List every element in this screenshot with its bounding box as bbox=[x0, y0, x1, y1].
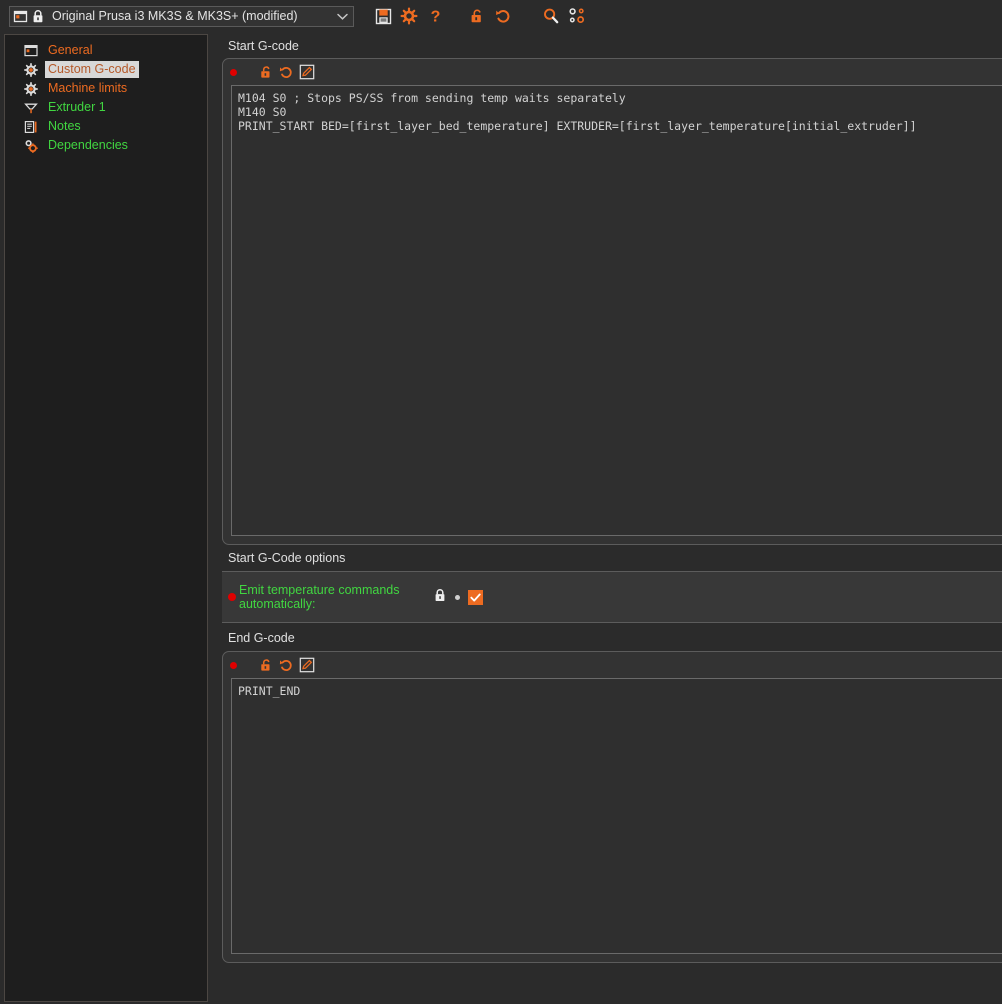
unlocked-padlock-icon[interactable] bbox=[258, 656, 275, 674]
end-gcode-panel: PRINT_END bbox=[222, 651, 1002, 963]
section-title-end-gcode: End G-code bbox=[212, 623, 1002, 651]
end-gcode-controls bbox=[223, 652, 1002, 678]
modified-marker-dot bbox=[230, 68, 237, 76]
start-gcode-controls bbox=[223, 59, 1002, 85]
nozzle-icon bbox=[23, 100, 39, 116]
unlock-all-button[interactable] bbox=[464, 3, 490, 29]
start-gcode-options-panel: Emit temperature commands automatically: bbox=[222, 571, 1002, 623]
toolbar-group-preset-actions: ? bbox=[370, 3, 448, 29]
search-button[interactable] bbox=[538, 3, 564, 29]
sidebar-item-label: Notes bbox=[48, 119, 81, 133]
modified-marker-dot bbox=[230, 661, 237, 669]
locked-padlock-icon[interactable] bbox=[433, 588, 447, 606]
gears-icon bbox=[23, 138, 39, 154]
sidebar-item-label: Extruder 1 bbox=[48, 100, 106, 114]
sidebar-item-custom-gcode[interactable]: Custom G-code bbox=[23, 60, 207, 79]
settings-main-panel: Start G-code M104 S0 ; Stops PS/SS from … bbox=[212, 34, 1002, 1002]
compare-presets-icon bbox=[569, 8, 585, 24]
emit-temperature-commands-checkbox[interactable] bbox=[468, 589, 483, 605]
help-button[interactable]: ? bbox=[422, 3, 448, 29]
magnifier-icon bbox=[544, 8, 559, 24]
toolbar-group-lock-revert bbox=[464, 3, 516, 29]
notes-icon bbox=[23, 119, 39, 135]
end-gcode-textarea[interactable]: PRINT_END bbox=[231, 678, 1002, 954]
sidebar-item-extruder-1[interactable]: Extruder 1 bbox=[23, 98, 207, 117]
toolbar-group-search-compare bbox=[538, 3, 590, 29]
sidebar-item-label: General bbox=[48, 43, 93, 57]
chevron-down-icon[interactable] bbox=[331, 12, 353, 21]
printer-icon bbox=[13, 9, 28, 24]
revert-placeholder-dot bbox=[455, 594, 460, 600]
undo-arrow-icon bbox=[495, 9, 509, 23]
sidebar-item-dependencies[interactable]: Dependencies bbox=[23, 136, 207, 155]
undo-arrow-icon[interactable] bbox=[278, 63, 295, 81]
settings-tree-sidebar: General Custom G-code Machine limits Ext… bbox=[4, 34, 208, 1002]
floppy-disk-icon bbox=[375, 8, 391, 24]
sidebar-item-machine-limits[interactable]: Machine limits bbox=[23, 79, 207, 98]
edit-pencil-icon[interactable] bbox=[298, 656, 315, 674]
preset-name-text: Original Prusa i3 MK3S & MK3S+ (modified… bbox=[52, 9, 298, 23]
checkmark-icon bbox=[470, 593, 481, 601]
save-preset-button[interactable] bbox=[370, 3, 396, 29]
locked-padlock-icon bbox=[31, 9, 45, 24]
unlocked-padlock-icon bbox=[471, 9, 481, 22]
edit-pencil-icon[interactable] bbox=[298, 63, 315, 81]
gear-icon bbox=[400, 7, 418, 25]
sidebar-item-label: Custom G-code bbox=[45, 61, 139, 78]
revert-all-button[interactable] bbox=[490, 3, 516, 29]
emit-temperature-commands-controls bbox=[433, 588, 483, 606]
start-gcode-panel: M104 S0 ; Stops PS/SS from sending temp … bbox=[222, 58, 1002, 545]
sidebar-item-notes[interactable]: Notes bbox=[23, 117, 207, 136]
gear-icon bbox=[23, 81, 39, 97]
question-mark-icon: ? bbox=[430, 9, 440, 26]
unlocked-padlock-icon[interactable] bbox=[258, 63, 275, 81]
undo-arrow-icon[interactable] bbox=[278, 656, 295, 674]
gear-icon bbox=[23, 62, 39, 78]
compare-presets-button[interactable] bbox=[564, 3, 590, 29]
sidebar-item-label: Machine limits bbox=[48, 81, 128, 95]
sidebar-item-label: Dependencies bbox=[48, 138, 128, 152]
sidebar-item-general[interactable]: General bbox=[23, 41, 207, 60]
section-title-start-gcode: Start G-code bbox=[212, 34, 1002, 58]
window-frame-icon bbox=[23, 43, 39, 59]
printer-preset-combobox[interactable]: Original Prusa i3 MK3S & MK3S+ (modified… bbox=[9, 5, 354, 27]
emit-temperature-commands-label: Emit temperature commands automatically: bbox=[239, 583, 400, 611]
start-gcode-textarea[interactable]: M104 S0 ; Stops PS/SS from sending temp … bbox=[231, 85, 1002, 536]
delete-preset-button[interactable] bbox=[396, 3, 422, 29]
section-title-start-gcode-options: Start G-Code options bbox=[228, 551, 346, 565]
top-toolbar: Original Prusa i3 MK3S & MK3S+ (modified… bbox=[0, 0, 1002, 32]
svg-text:?: ? bbox=[430, 9, 440, 26]
modified-marker-dot bbox=[228, 593, 236, 601]
